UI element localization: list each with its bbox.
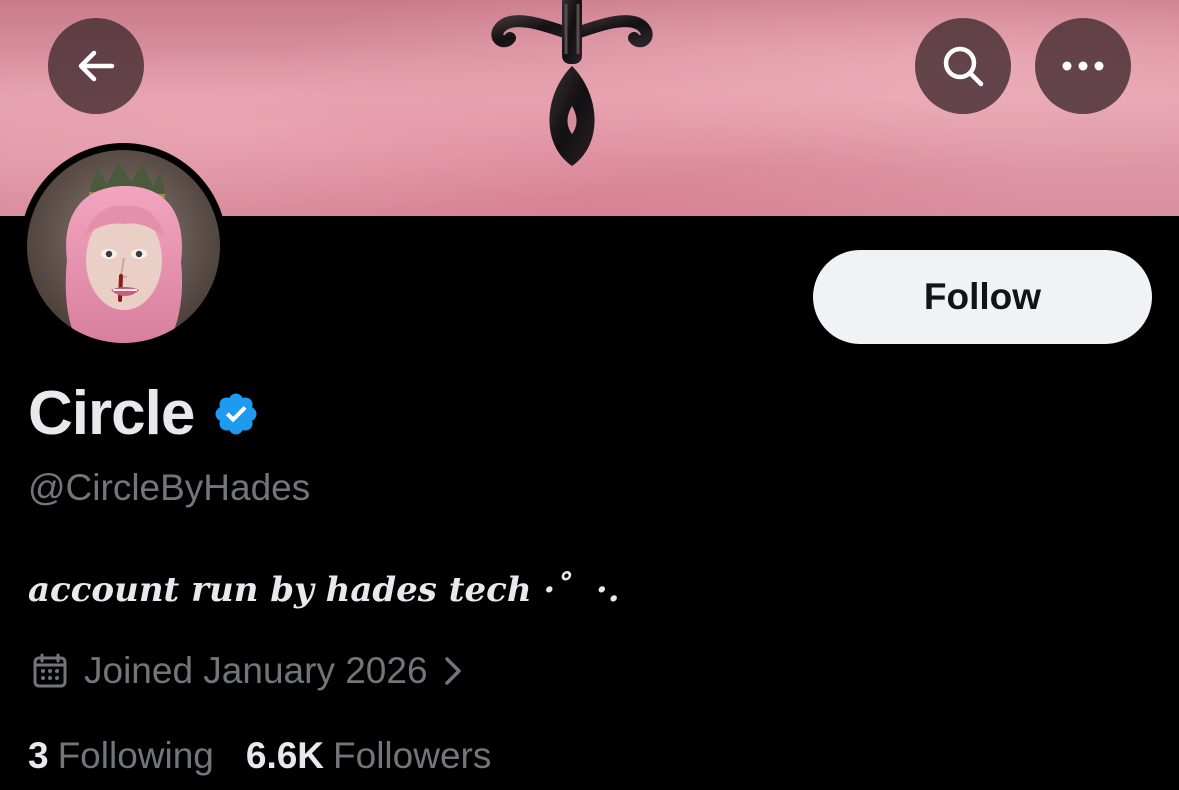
follow-button[interactable]: Follow	[813, 250, 1152, 344]
profile-name-row: Circle	[28, 378, 260, 450]
search-button[interactable]	[915, 18, 1011, 114]
chevron-right-icon	[442, 655, 464, 687]
following-link[interactable]: 3 Following	[28, 735, 214, 777]
avatar-portrait	[27, 150, 220, 343]
search-icon	[943, 46, 984, 87]
verified-badge-icon[interactable]	[212, 390, 260, 438]
joined-date-row[interactable]: Joined January 2026	[32, 646, 464, 696]
profile-bio: account run by hades tech ·˚ ·.	[28, 570, 620, 610]
emblem-graphic	[491, 0, 653, 166]
more-options-button[interactable]	[1035, 18, 1131, 114]
followers-label: Followers	[333, 735, 492, 776]
following-count: 3	[28, 735, 49, 776]
user-handle: @CircleByHades	[28, 467, 311, 508]
followers-count: 6.6K	[245, 735, 325, 776]
followers-link[interactable]: 6.6K Followers	[246, 735, 491, 777]
follow-stats: 3 Following 6.6K Followers	[28, 732, 491, 780]
joined-date-text: Joined January 2026	[84, 650, 428, 691]
back-button[interactable]	[48, 18, 144, 114]
display-name: Circle	[28, 379, 195, 448]
calendar-icon	[32, 653, 68, 689]
more-horizontal-icon	[1062, 61, 1104, 71]
avatar[interactable]	[27, 150, 220, 343]
following-label: Following	[57, 735, 214, 776]
arrow-left-icon	[78, 50, 115, 82]
